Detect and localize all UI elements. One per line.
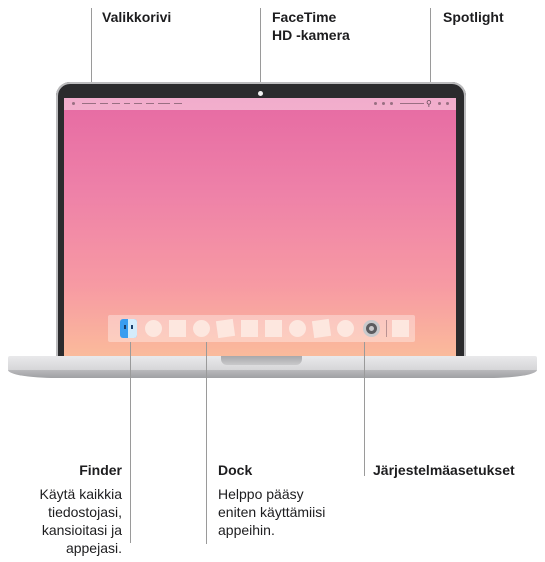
menu-item[interactable]	[158, 103, 170, 104]
menu-item[interactable]	[100, 103, 108, 104]
dock-app-icon[interactable]	[311, 318, 332, 339]
dock-app-icon[interactable]	[289, 320, 306, 337]
apple-menu-icon[interactable]	[72, 102, 75, 105]
dock-desc-line: appeihin.	[218, 522, 275, 538]
settings-leader-line	[364, 342, 365, 476]
status-icon[interactable]	[382, 102, 385, 105]
finder-label: Finder	[79, 462, 122, 478]
dock-app-icon[interactable]	[392, 320, 409, 337]
spotlight-label: Spotlight	[443, 9, 504, 25]
dock	[108, 315, 415, 342]
menu-item[interactable]	[112, 103, 120, 104]
finder-desc-line: Käytä kaikkia	[39, 486, 122, 502]
dock-app-icon[interactable]	[215, 318, 236, 339]
finder-icon[interactable]	[120, 319, 137, 338]
finder-desc-line: kansioitasi ja	[41, 522, 122, 538]
status-item[interactable]	[400, 103, 424, 104]
menu-item[interactable]	[174, 103, 182, 104]
dock-leader-line	[206, 342, 207, 544]
menu-item[interactable]	[134, 103, 142, 104]
dock-divider	[386, 320, 387, 337]
menu-item[interactable]	[82, 103, 96, 104]
status-icon[interactable]	[390, 102, 393, 105]
dock-desc-line: Helppo pääsy	[218, 486, 304, 502]
status-icon[interactable]	[374, 102, 377, 105]
dock-app-icon[interactable]	[169, 320, 186, 337]
menubar-label: Valikkorivi	[102, 9, 172, 25]
dock-desc-line: eniten käyttämiisi	[218, 504, 326, 520]
finder-leader-line	[130, 342, 131, 543]
dock-label: Dock	[218, 462, 253, 478]
dock-app-icon[interactable]	[145, 320, 162, 337]
menu-item[interactable]	[124, 103, 130, 104]
settings-label: Järjestelmäasetukset	[373, 462, 515, 478]
menu-item[interactable]	[146, 103, 154, 104]
desktop-screen: ⚲	[64, 98, 456, 366]
camera-leader-line	[260, 8, 261, 90]
finder-desc-line: tiedostojasi,	[48, 504, 122, 520]
finder-description: Käytä kaikkia tiedostojasi, kansioitasi …	[8, 485, 122, 557]
camera-label-line1: FaceTime	[272, 9, 337, 25]
status-icon[interactable]	[446, 102, 449, 105]
dock-app-icon[interactable]	[265, 320, 282, 337]
facetime-camera	[258, 91, 263, 96]
camera-label-line2: HD -kamera	[272, 27, 350, 43]
finder-desc-line: appejasi.	[65, 540, 122, 556]
gear-icon[interactable]	[363, 320, 380, 337]
dock-app-icon[interactable]	[193, 320, 210, 337]
dock-description: Helppo pääsy eniten käyttämiisi appeihin…	[218, 485, 368, 539]
laptop-base-edge	[8, 370, 537, 378]
dock-app-icon[interactable]	[337, 320, 354, 337]
dock-app-icon[interactable]	[241, 320, 258, 337]
status-icon[interactable]	[438, 102, 441, 105]
search-icon[interactable]: ⚲	[426, 100, 432, 108]
laptop-notch	[221, 356, 302, 365]
menu-bar[interactable]: ⚲	[64, 98, 456, 110]
